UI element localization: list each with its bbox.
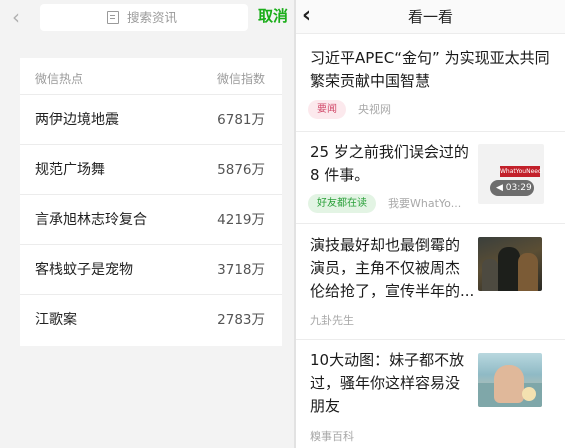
article-thumbnail [478,353,542,407]
article-title-line: 朋友 [310,397,341,415]
article-item[interactable]: 习近平APEC“金句” 为实现亚太共同 繁荣贡献中国智慧 要闻 央视网 [296,34,565,132]
article-title: 习近平APEC“金句” 为实现亚太共同 繁荣贡献中国智慧 [310,47,560,93]
article-thumbnail [478,237,542,291]
hot-list-item[interactable]: 两伊边境地震 6781万 [20,95,282,145]
article-title-line: 习近平APEC“金句” 为实现亚太共同 [310,49,550,67]
hot-index-value: 3718万 [217,262,265,278]
article-source: 央视网 [358,103,391,116]
hot-list-item[interactable]: 言承旭林志玲复合 4219万 [20,195,282,245]
thumbnail-figure [518,253,538,291]
top-stories-nav: ‹ 看一看 [296,0,565,34]
thumbnail-figure [498,247,520,291]
article-title-line: 过，骚年你这样容易没 [310,374,461,392]
hot-topic-title: 江歌案 [35,312,77,328]
article-title: 25 岁之前我们误会过的 8 件事。 [310,141,480,187]
video-duration: ◀ 03:29 [490,180,534,196]
video-duration-text: 03:29 [505,183,532,193]
hot-topic-title: 客栈蚊子是宠物 [35,262,133,278]
article-title-line: 8 件事。 [310,166,370,184]
article-title-line: 10大动图：妹子都不放 [310,351,465,369]
hot-list-item[interactable]: 规范广场舞 5876万 [20,145,282,195]
tag-badge: 好友都在读 [308,194,376,213]
hot-index-value: 6781万 [217,112,265,128]
article-title-line: 伦给抢了，宣传半年的... [310,282,475,300]
channel-logo: WhatYouNeed [500,166,542,177]
article-search-icon [107,11,119,24]
thumbnail-emoji [522,387,536,401]
thumbnail-figure [494,365,524,403]
article-item[interactable]: 10大动图：妹子都不放 过，骚年你这样容易没 朋友 糗事百科 [296,340,565,448]
article-title-line: 演技最好却也最倒霉的 [310,236,461,254]
back-icon[interactable]: ‹ [12,6,32,28]
hot-index-value: 4219万 [217,212,265,228]
article-title: 10大动图：妹子都不放 过，骚年你这样容易没 朋友 [310,349,480,418]
cancel-button[interactable]: 取消 [258,6,288,26]
page-title: 看一看 [407,8,453,26]
hot-index-column-header: 微信指数 [216,72,265,86]
search-panel: ‹ 搜索资讯 取消 微信热点 微信指数 两伊边境地震 6781万 规范广场舞 5… [0,0,294,448]
article-title-line: 繁荣贡献中国智慧 [310,72,431,90]
top-stories-panel: ‹ 看一看 习近平APEC“金句” 为实现亚太共同 繁荣贡献中国智慧 要闻 央视… [296,0,565,448]
article-item[interactable]: 演技最好却也最倒霉的 演员，主角不仅被周杰 伦给抢了，宣传半年的... 九卦先生 [296,224,565,340]
search-bar: ‹ 搜索资讯 取消 [0,0,294,36]
hot-topic-column-header: 微信热点 [35,72,84,86]
play-icon: ◀ [496,183,506,193]
hot-index-value: 2783万 [217,312,265,328]
tag-badge: 要闻 [308,100,346,119]
search-input[interactable]: 搜索资讯 [40,4,248,31]
article-item[interactable]: 25 岁之前我们误会过的 8 件事。 好友都在读 我要WhatYo... Wha… [296,132,565,224]
hot-topic-title: 规范广场舞 [35,162,105,178]
hot-list-item[interactable]: 客栈蚊子是宠物 3718万 [20,245,282,295]
hot-list-item[interactable]: 江歌案 2783万 [20,295,282,345]
hot-index-value: 5876万 [217,162,265,178]
article-source: 九卦先生 [310,314,354,327]
video-thumbnail[interactable]: WhatYouNeed ◀ 03:29 [478,144,544,204]
hot-topic-title: 两伊边境地震 [35,112,119,128]
article-title-line: 演员，主角不仅被周杰 [310,259,461,277]
hot-list-header: 微信热点 微信指数 [20,58,282,95]
article-title-line: 25 岁之前我们误会过的 [310,143,469,161]
article-source: 糗事百科 [310,430,354,443]
search-placeholder: 搜索资讯 [127,10,178,25]
article-title: 演技最好却也最倒霉的 演员，主角不仅被周杰 伦给抢了，宣传半年的... [310,234,480,303]
hot-topic-title: 言承旭林志玲复合 [35,212,147,228]
thumbnail-figure [482,259,498,291]
wechat-hot-list: 微信热点 微信指数 两伊边境地震 6781万 规范广场舞 5876万 言承旭林志… [20,58,282,346]
article-source: 我要WhatYo... [388,197,462,210]
